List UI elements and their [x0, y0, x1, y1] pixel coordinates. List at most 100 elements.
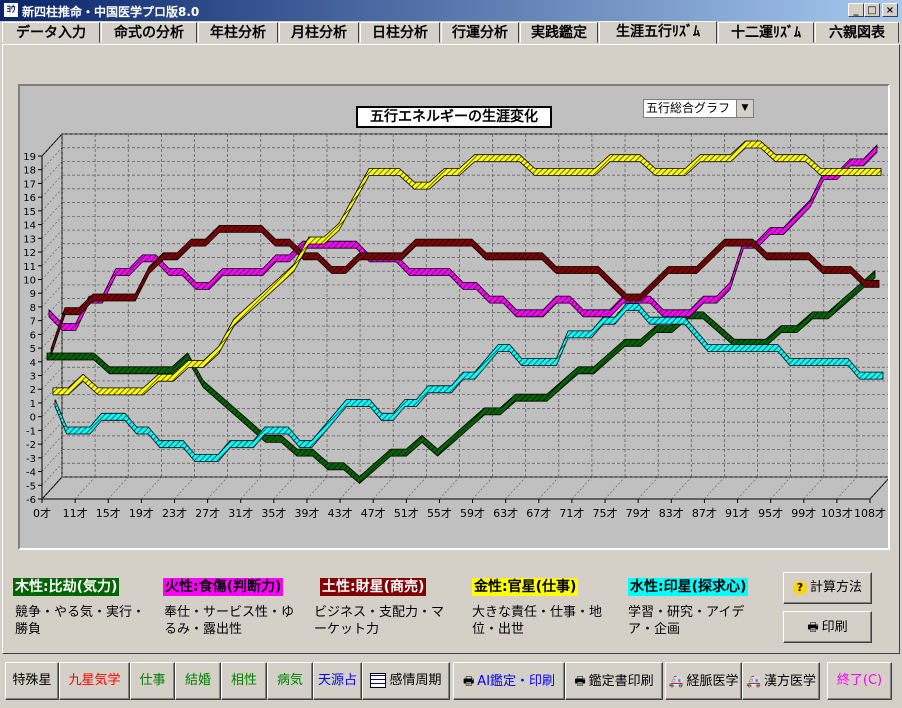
x-tick-label: 103才	[821, 506, 853, 520]
energy-chart: -6-5-4-3-2-10123456789101112131415161718…	[23, 132, 888, 520]
x-tick-label: 35才	[261, 506, 286, 520]
keimyaku-button[interactable]: 🚑 経脈医学	[665, 662, 742, 700]
tab-gogyo-rhythm[interactable]: 生涯五行ﾘｽﾞﾑ	[599, 21, 717, 44]
app-icon: ﾖｳ	[4, 3, 18, 17]
chevron-down-icon[interactable]: ▼	[736, 100, 753, 117]
x-tick-label: 95才	[758, 506, 783, 520]
question-icon: ?	[792, 580, 807, 595]
y-tick-label: 13	[23, 234, 36, 245]
y-tick-label: -4	[26, 468, 36, 479]
byoki-label: 病気	[276, 673, 303, 688]
y-tick-label: 2	[30, 385, 36, 396]
shigoto-button[interactable]: 仕事	[130, 662, 175, 700]
y-tick-label: 16	[23, 193, 36, 204]
graph-type-select[interactable]: 五行総合グラフ ▼	[643, 99, 754, 118]
x-tick-label: 75才	[593, 506, 618, 520]
tab-rokushin[interactable]: 六親図表	[815, 22, 899, 43]
print-label: 印刷	[821, 620, 848, 635]
legend-earth: 土性:財星(商売)	[320, 578, 427, 596]
x-tick-label: 39才	[294, 506, 319, 520]
ambulance-icon: 🚑	[746, 674, 761, 688]
close-button[interactable]: ×	[882, 3, 898, 17]
y-tick-label: 14	[23, 221, 36, 232]
calc-method-button[interactable]: ? 計算方法	[783, 572, 872, 604]
legend-water: 水性:印星(探求心)	[628, 578, 749, 596]
tab-month-pillar[interactable]: 月柱分析	[279, 22, 359, 43]
y-tick-label: 10	[23, 275, 36, 286]
x-tick-label: 47才	[361, 506, 386, 520]
x-tick-label: 59才	[460, 506, 485, 520]
x-tick-label: 87才	[692, 506, 717, 520]
tokushusei-button[interactable]: 特殊星	[5, 662, 59, 700]
printer-icon: 🖶	[462, 674, 475, 688]
y-tick-label: 12	[23, 248, 36, 259]
tab-bar: データ入力 命式の分析 年柱分析 月柱分析 日柱分析 行運分析 実践鑑定 生涯五…	[0, 21, 902, 44]
tab-day-pillar[interactable]: 日柱分析	[360, 22, 440, 43]
legend-metal-desc: 大きな責任・仕事・地位・出世	[472, 605, 603, 637]
y-tick-label: 6	[30, 330, 36, 341]
y-tick-label: -2	[26, 440, 36, 451]
window-title: 新四柱推命・中国医学プロ版8.0	[22, 5, 200, 19]
x-tick-label: 71才	[559, 506, 584, 520]
kekkon-button[interactable]: 結婚	[175, 662, 221, 700]
tab-juniun-rhythm[interactable]: 十二運ﾘｽﾞﾑ	[718, 22, 814, 43]
x-tick-label: 19才	[129, 506, 154, 520]
y-tick-label: 19	[23, 152, 36, 163]
ai-kantei-button[interactable]: 🖶 AI鑑定・印刷	[453, 662, 565, 700]
byoki-button[interactable]: 病気	[267, 662, 313, 700]
kekkon-label: 結婚	[184, 673, 211, 688]
y-tick-label: 15	[23, 207, 36, 218]
y-tick-label: -1	[26, 426, 36, 437]
keimyaku-label: 経脈医学	[686, 674, 739, 689]
minimize-button[interactable]: _	[848, 3, 864, 17]
aisho-button[interactable]: 相性	[221, 662, 267, 700]
tab-data-input[interactable]: データ入力	[2, 22, 100, 43]
tab-jissen[interactable]: 実践鑑定	[520, 22, 598, 43]
tab-meishiki[interactable]: 命式の分析	[101, 22, 197, 43]
kanteisho-print-label: 鑑定書印刷	[588, 674, 654, 689]
kanjo-shuki-label: 感情周期	[389, 673, 442, 688]
tokushusei-label: 特殊星	[12, 673, 52, 688]
x-tick-label: 23才	[162, 506, 187, 520]
kampo-label: 漢方医学	[763, 674, 816, 689]
x-tick-label: 79才	[626, 506, 651, 520]
graph-type-value: 五行総合グラフ	[646, 101, 731, 115]
x-tick-label: 83才	[659, 506, 684, 520]
y-tick-label: 0	[30, 413, 36, 424]
aisho-label: 相性	[230, 673, 257, 688]
y-tick-label: 3	[30, 372, 36, 383]
chart-floor	[40, 476, 888, 500]
x-tick-label: 27才	[195, 506, 220, 520]
title-bar: ﾖｳ 新四柱推命・中国医学プロ版8.0 _ □ ×	[0, 0, 902, 21]
y-tick-label: 17	[23, 179, 36, 190]
y-tick-label: 7	[30, 317, 36, 328]
exit-button[interactable]: 終了(C)	[827, 662, 892, 700]
y-tick-label: 11	[23, 262, 36, 273]
legend-wood: 木性:比劫(気力)	[13, 578, 120, 596]
y-tick-label: 5	[30, 344, 36, 355]
y-tick-label: -3	[26, 454, 36, 465]
printer-icon: 🖶	[807, 620, 819, 634]
y-tick-label: 8	[30, 303, 36, 314]
x-tick-label: 91才	[725, 506, 750, 520]
kampo-button[interactable]: 🚑 漢方医学	[742, 662, 820, 700]
maximize-button[interactable]: □	[864, 3, 880, 17]
tengen-button[interactable]: 天源占	[313, 662, 362, 700]
x-tick-label: 31才	[228, 506, 253, 520]
tab-year-pillar[interactable]: 年柱分析	[198, 22, 278, 43]
tab-gyoun[interactable]: 行運分析	[441, 22, 519, 43]
x-tick-label: 0才	[33, 506, 51, 520]
y-tick-label: -5	[26, 481, 36, 492]
kyusei-label: 九星気学	[68, 673, 121, 688]
x-tick-label: 108才	[854, 506, 886, 520]
print-button[interactable]: 🖶 印刷	[783, 611, 872, 643]
x-tick-label: 67才	[526, 506, 551, 520]
chart-title: 五行エネルギーの生涯変化	[356, 106, 552, 128]
x-tick-label: 11才	[63, 506, 88, 520]
kanjo-shuki-button[interactable]: 感情周期	[362, 662, 450, 700]
x-tick-label: 43才	[328, 506, 353, 520]
y-tick-label: 1	[30, 399, 36, 410]
kanteisho-print-button[interactable]: 🖶 鑑定書印刷	[565, 662, 663, 700]
kyusei-button[interactable]: 九星気学	[59, 662, 130, 700]
calendar-icon	[370, 673, 387, 688]
